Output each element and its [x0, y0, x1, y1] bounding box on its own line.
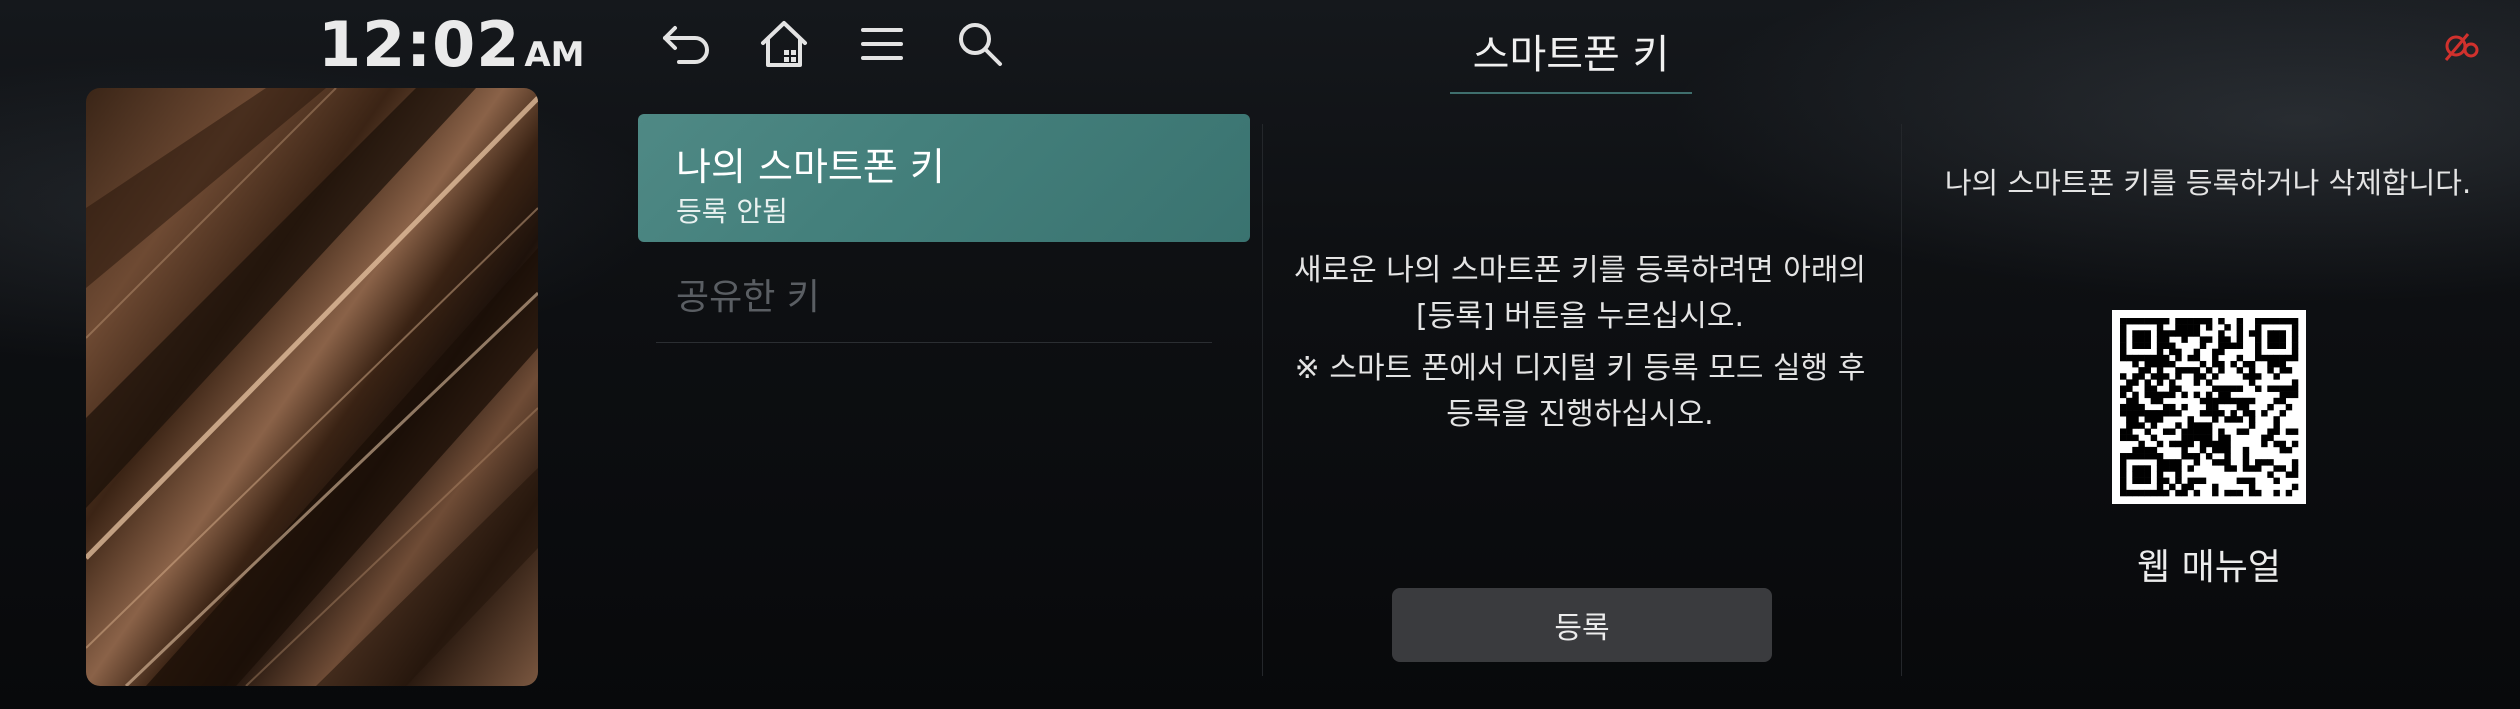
panel-divider: [1262, 124, 1263, 676]
qr-code-icon: [2112, 310, 2306, 504]
web-manual-link[interactable]: 웹 매뉴얼: [2110, 538, 2308, 590]
clock-time: 12:02: [318, 8, 521, 81]
list-item-title: 공유한 키: [676, 277, 820, 318]
instruction-line: 새로운 나의 스마트폰 키를 등록하려면 아래의: [1293, 253, 1867, 288]
list-item-title: 나의 스마트폰 키: [676, 145, 945, 189]
list-divider: [656, 342, 1212, 343]
home-icon[interactable]: [754, 14, 814, 74]
page-title: 스마트폰 키: [1450, 22, 1692, 94]
clock: 12:02 AM: [318, 8, 585, 81]
back-icon[interactable]: [656, 14, 716, 74]
list-item-subtitle: 등록 안됨: [676, 195, 788, 228]
theme-artwork: [86, 88, 538, 686]
list-item-shared-key[interactable]: 공유한 키: [638, 258, 1250, 342]
instruction-note-line: 등록을 진행하십시오.: [1446, 397, 1714, 432]
smartkey-status-icon: [2442, 30, 2486, 64]
search-icon[interactable]: [950, 14, 1010, 74]
register-instructions: 새로운 나의 스마트폰 키를 등록하려면 아래의 [등록] 버튼을 누르십시오.…: [1270, 248, 1890, 444]
clock-ampm: AM: [524, 35, 585, 75]
list-item-my-smartphone-key[interactable]: 나의 스마트폰 키 등록 안됨: [638, 114, 1250, 242]
panel-divider: [1901, 124, 1902, 676]
menu-icon[interactable]: [852, 14, 912, 74]
register-button[interactable]: 등록: [1392, 588, 1772, 662]
instruction-note-line: ※ 스마트 폰에서 디지털 키 등록 모드 실행 후: [1294, 351, 1866, 386]
help-description: 나의 스마트폰 키를 등록하거나 삭제합니다.: [1944, 166, 2472, 200]
instruction-line: [등록] 버튼을 누르십시오.: [1415, 299, 1745, 334]
